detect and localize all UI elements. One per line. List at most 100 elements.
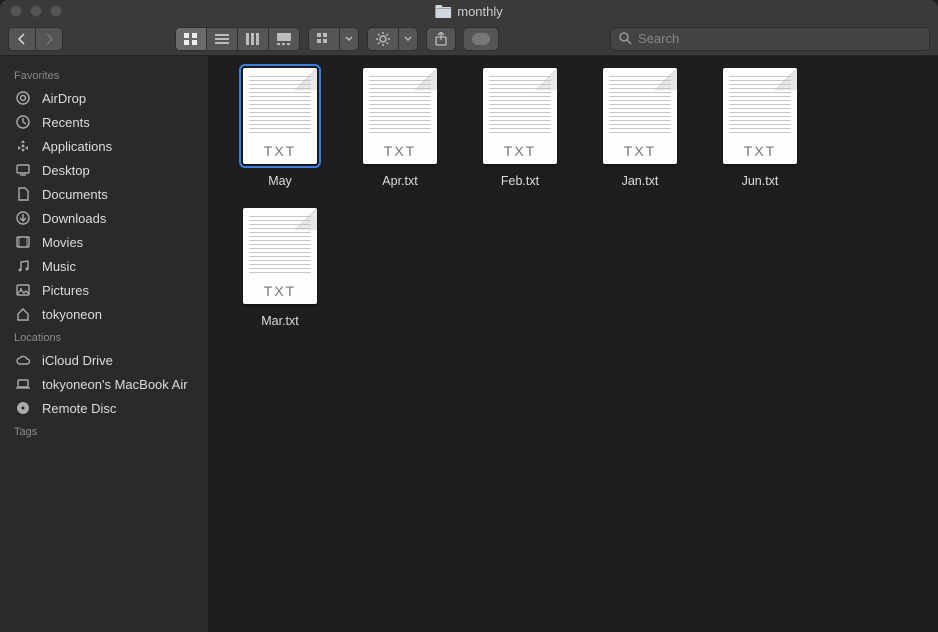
file-item[interactable]: TXT Jun.txt bbox=[700, 68, 820, 188]
airdrop-icon-wrap bbox=[14, 90, 32, 106]
folder-proxy-icon bbox=[435, 4, 451, 18]
sidebar-item-applications[interactable]: Applications bbox=[0, 134, 208, 158]
chevron-down-icon bbox=[345, 36, 353, 42]
zoom-light[interactable] bbox=[50, 5, 62, 17]
sidebar-item-movies[interactable]: Movies bbox=[0, 230, 208, 254]
sidebar-item-tokyoneon-s-macbook-air[interactable]: tokyoneon's MacBook Air bbox=[0, 372, 208, 396]
arrange-group bbox=[308, 27, 359, 51]
file-item[interactable]: TXT Feb.txt bbox=[460, 68, 580, 188]
list-view-icon bbox=[215, 33, 229, 45]
chevron-right-icon bbox=[44, 33, 54, 45]
file-name: Feb.txt bbox=[501, 174, 539, 188]
file-thumbnail[interactable]: TXT bbox=[723, 68, 797, 164]
file-name: Jun.txt bbox=[742, 174, 779, 188]
sidebar-item-label: iCloud Drive bbox=[42, 353, 113, 368]
home-icon bbox=[15, 306, 31, 322]
search-input[interactable] bbox=[638, 31, 921, 46]
doc-icon bbox=[15, 186, 31, 202]
music-icon bbox=[15, 258, 31, 274]
sidebar-item-documents[interactable]: Documents bbox=[0, 182, 208, 206]
apps-icon-wrap bbox=[14, 138, 32, 154]
sidebar-item-label: Remote Disc bbox=[42, 401, 116, 416]
sidebar-item-label: Movies bbox=[42, 235, 83, 250]
minimize-light[interactable] bbox=[30, 5, 42, 17]
favorites-heading: Favorites bbox=[0, 64, 208, 86]
window-title: monthly bbox=[435, 4, 503, 19]
sidebar-item-remote-disc[interactable]: Remote Disc bbox=[0, 396, 208, 420]
home-icon-wrap bbox=[14, 306, 32, 322]
back-button[interactable] bbox=[8, 27, 36, 51]
view-columns-button[interactable] bbox=[238, 27, 269, 51]
nav-group bbox=[8, 27, 63, 51]
sidebar-item-label: Music bbox=[42, 259, 76, 274]
sidebar-item-downloads[interactable]: Downloads bbox=[0, 206, 208, 230]
arrange-button[interactable] bbox=[308, 27, 340, 51]
movies-icon-wrap bbox=[14, 234, 32, 250]
file-type-badge: TXT bbox=[603, 143, 677, 159]
arrange-menu-button[interactable] bbox=[340, 27, 359, 51]
close-light[interactable] bbox=[10, 5, 22, 17]
gear-icon bbox=[376, 32, 390, 46]
arrange-icon bbox=[317, 33, 331, 45]
file-item[interactable]: TXTJan.txt bbox=[580, 68, 700, 188]
clock-icon-wrap bbox=[14, 114, 32, 130]
file-thumbnail[interactable]: TXT bbox=[243, 68, 317, 164]
view-switcher bbox=[175, 27, 300, 51]
file-type-badge: TXT bbox=[243, 283, 317, 299]
sidebar-item-airdrop[interactable]: AirDrop bbox=[0, 86, 208, 110]
view-gallery-button[interactable] bbox=[269, 27, 300, 51]
forward-button[interactable] bbox=[36, 27, 63, 51]
desktop-icon-wrap bbox=[14, 162, 32, 178]
airdrop-icon bbox=[15, 90, 31, 106]
action-group bbox=[367, 27, 418, 51]
doc-icon-wrap bbox=[14, 186, 32, 202]
sidebar-item-icloud-drive[interactable]: iCloud Drive bbox=[0, 348, 208, 372]
view-list-button[interactable] bbox=[207, 27, 238, 51]
file-item[interactable]: TXT Mar.txt bbox=[220, 208, 340, 328]
sidebar-item-label: Applications bbox=[42, 139, 112, 154]
titlebar: monthly bbox=[0, 0, 938, 22]
sidebar-item-label: Desktop bbox=[42, 163, 90, 178]
file-type-badge: TXT bbox=[483, 143, 557, 159]
download-icon-wrap bbox=[14, 210, 32, 226]
traffic-lights bbox=[10, 5, 62, 17]
sidebar-item-desktop[interactable]: Desktop bbox=[0, 158, 208, 182]
locations-heading: Locations bbox=[0, 326, 208, 348]
sidebar-item-recents[interactable]: Recents bbox=[0, 110, 208, 134]
file-thumbnail[interactable]: TXT bbox=[363, 68, 437, 164]
file-type-badge: TXT bbox=[243, 143, 317, 159]
sidebar-item-tokyoneon[interactable]: tokyoneon bbox=[0, 302, 208, 326]
sidebar-item-label: Recents bbox=[42, 115, 90, 130]
chevron-left-icon bbox=[17, 33, 27, 45]
sidebar-item-label: Pictures bbox=[42, 283, 89, 298]
search-icon bbox=[619, 32, 632, 45]
sidebar-item-label: Downloads bbox=[42, 211, 106, 226]
sidebar: Favorites AirDrop Recents Applications Desk… bbox=[0, 56, 208, 632]
file-thumbnail[interactable]: TXT bbox=[603, 68, 677, 164]
file-thumbnail[interactable]: TXT bbox=[243, 208, 317, 304]
file-name: Mar.txt bbox=[261, 314, 299, 328]
share-button[interactable] bbox=[426, 27, 456, 51]
toolbar bbox=[0, 22, 938, 56]
music-icon-wrap bbox=[14, 258, 32, 274]
sidebar-item-pictures[interactable]: Pictures bbox=[0, 278, 208, 302]
tag-pill-icon bbox=[472, 33, 490, 45]
file-item[interactable]: TXT Apr.txt bbox=[340, 68, 460, 188]
download-icon bbox=[15, 210, 31, 226]
search-field[interactable] bbox=[610, 27, 930, 51]
cloud-icon bbox=[15, 352, 31, 368]
file-item[interactable]: TXTMay bbox=[220, 68, 340, 188]
view-icons-button[interactable] bbox=[175, 27, 207, 51]
file-grid[interactable]: TXTMayTXTApr.txtTXTFeb.txtTXTJan.txtTXTJ… bbox=[208, 56, 938, 632]
movies-icon bbox=[15, 234, 31, 250]
sidebar-item-label: AirDrop bbox=[42, 91, 86, 106]
tags-button[interactable] bbox=[464, 27, 499, 51]
column-view-icon bbox=[246, 33, 260, 45]
file-name: Apr.txt bbox=[382, 174, 417, 188]
action-menu-button[interactable] bbox=[399, 27, 418, 51]
sidebar-item-music[interactable]: Music bbox=[0, 254, 208, 278]
disc-icon-wrap bbox=[14, 400, 32, 416]
file-thumbnail[interactable]: TXT bbox=[483, 68, 557, 164]
action-button[interactable] bbox=[367, 27, 399, 51]
gallery-view-icon bbox=[277, 33, 291, 45]
